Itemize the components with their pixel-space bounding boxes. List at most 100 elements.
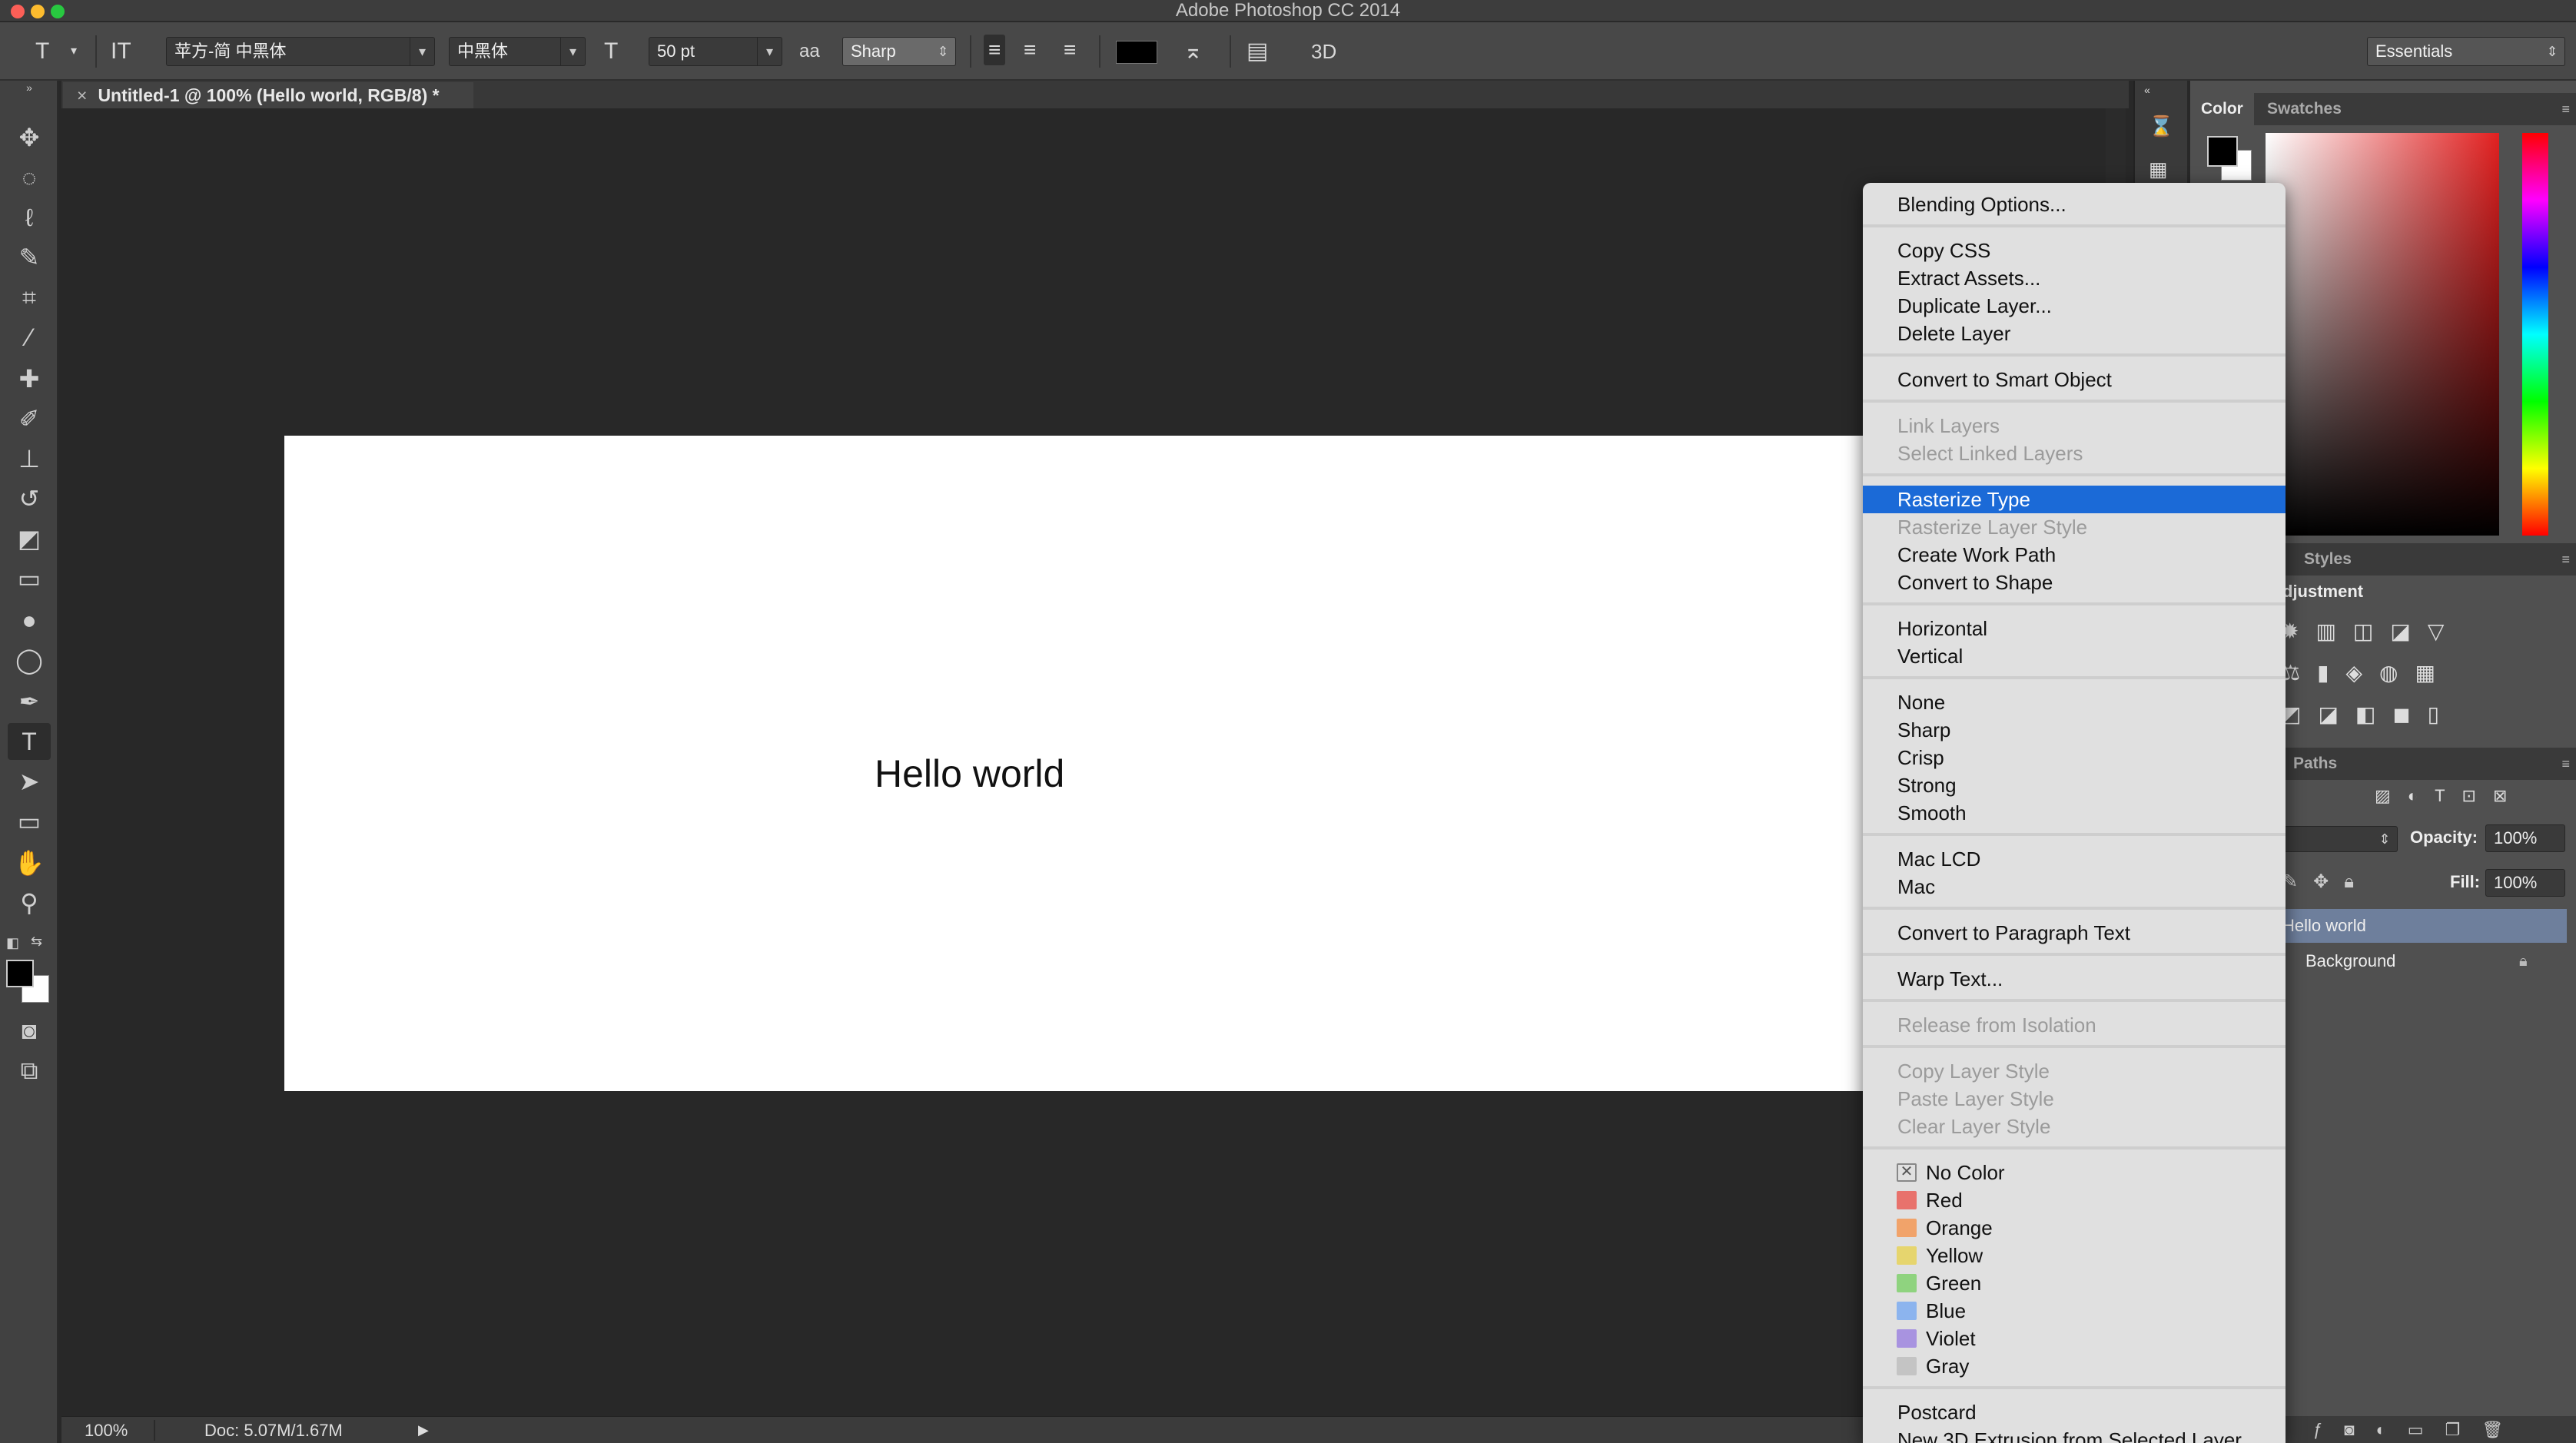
rectangle-tool-icon[interactable]: ▭ — [8, 803, 51, 840]
align-left-icon[interactable]: ≡ — [984, 35, 1006, 65]
tool-preset-dropdown-icon[interactable]: ▾ — [71, 36, 77, 67]
menu-item-gray[interactable]: Gray — [1863, 1352, 2286, 1380]
lock-icons[interactable]: ✎✥🔒︎ — [2282, 871, 2369, 893]
document-canvas[interactable] — [284, 436, 1867, 1091]
font-family-select[interactable]: 苹方-简 中黑体 ▾ — [166, 37, 435, 66]
font-size-select[interactable]: 50 pt ▾ — [649, 37, 782, 66]
menu-item-horizontal[interactable]: Horizontal — [1863, 615, 2286, 642]
adjustment-icons-row-2[interactable]: ⚖▮◈◍▦ — [2281, 660, 2452, 685]
chevron-updown-icon: ⇕ — [937, 44, 949, 59]
hue-slider[interactable] — [2522, 133, 2548, 536]
close-tab-icon[interactable]: × — [77, 85, 87, 105]
tab-swatches[interactable]: Swatches — [2256, 93, 2352, 125]
dodge-tool-icon[interactable]: ◯ — [8, 642, 51, 678]
swap-colors-icon[interactable]: ⇆ — [31, 934, 42, 950]
menu-item-copy-css[interactable]: Copy CSS — [1863, 237, 2286, 264]
menu-item-mac-lcd[interactable]: Mac LCD — [1863, 845, 2286, 873]
text-color-swatch[interactable] — [1116, 41, 1157, 64]
menu-item-blue[interactable]: Blue — [1863, 1297, 2286, 1325]
default-colors-icon[interactable]: ◧ — [6, 935, 19, 951]
move-tool-icon[interactable]: ✥ — [8, 119, 51, 156]
expand-dock-icon[interactable]: « — [2144, 84, 2150, 96]
opacity-input[interactable]: 100% — [2485, 824, 2565, 852]
color-field[interactable] — [2266, 133, 2499, 536]
antialias-select[interactable]: Sharp ⇕ — [842, 37, 956, 66]
type-tool-icon[interactable]: T — [8, 723, 51, 760]
fill-input[interactable]: 100% — [2485, 869, 2565, 897]
font-style-select[interactable]: 中黑体 ▾ — [449, 37, 586, 66]
quick-selection-tool-icon[interactable]: ✎ — [8, 239, 51, 276]
panel-menu-icon[interactable]: ≡ — [2561, 543, 2570, 576]
document-tab[interactable]: × Untitled-1 @ 100% (Hello world, RGB/8) … — [63, 82, 473, 108]
history-panel-icon[interactable]: ⌛ — [2149, 114, 2173, 138]
align-right-icon[interactable]: ≡ — [1064, 35, 1076, 65]
hand-tool-icon[interactable]: ✋ — [8, 844, 51, 881]
menu-item-none[interactable]: None — [1863, 688, 2286, 716]
menu-item-label: Mac LCD — [1897, 848, 1981, 871]
zoom-level[interactable]: 100% — [85, 1417, 128, 1443]
menu-item-mac[interactable]: Mac — [1863, 873, 2286, 901]
screen-mode-icon[interactable]: ⧉ — [8, 1052, 51, 1089]
layer-filter-icons[interactable]: ▨◐T⊡⊠ — [2282, 786, 2536, 812]
status-menu-arrow-icon[interactable]: ▶ — [418, 1417, 429, 1443]
menu-item-yellow[interactable]: Yellow — [1863, 1242, 2286, 1269]
history-brush-tool-icon[interactable]: ↺ — [8, 480, 51, 517]
blend-mode-select[interactable]: ⇕ — [2282, 826, 2398, 852]
tab-styles[interactable]: Styles — [2293, 543, 2362, 576]
adjustment-icons-row-1[interactable]: ✹▥◫◪▽ — [2281, 619, 2461, 644]
menu-item-delete-layer[interactable]: Delete Layer — [1863, 320, 2286, 347]
text-layer-content[interactable]: Hello world — [875, 751, 1064, 796]
marquee-tool-icon[interactable]: ◌ — [8, 159, 51, 196]
quick-mask-icon[interactable]: ◙ — [8, 1012, 51, 1049]
healing-brush-tool-icon[interactable]: ✚ — [8, 360, 51, 397]
menu-item-green[interactable]: Green — [1863, 1269, 2286, 1297]
clone-stamp-tool-icon[interactable]: ⊥ — [8, 440, 51, 477]
menu-item-convert-to-smart-object[interactable]: Convert to Smart Object — [1863, 366, 2286, 393]
toggle-text-orientation-icon[interactable]: IT — [111, 36, 131, 67]
tab-paths[interactable]: Paths — [2282, 748, 2348, 780]
eyedropper-tool-icon[interactable]: ⁄ — [8, 319, 51, 356]
properties-panel-icon[interactable]: ▦ — [2149, 158, 2168, 181]
character-panel-icon[interactable]: ▤ — [1247, 36, 1268, 67]
eraser-tool-icon[interactable]: ◩ — [8, 520, 51, 557]
menu-item-blending-options[interactable]: Blending Options... — [1863, 191, 2286, 218]
menu-item-smooth[interactable]: Smooth — [1863, 799, 2286, 827]
foreground-color-swatch[interactable] — [6, 960, 34, 987]
menu-item-warp-text[interactable]: Warp Text... — [1863, 965, 2286, 993]
type-tool-icon[interactable]: T — [35, 36, 49, 67]
3d-button[interactable]: 3D — [1311, 36, 1336, 67]
path-selection-tool-icon[interactable]: ➤ — [8, 763, 51, 800]
align-center-icon[interactable]: ≡ — [1024, 35, 1036, 65]
lasso-tool-icon[interactable]: ℓ — [8, 199, 51, 236]
menu-item-vertical[interactable]: Vertical — [1863, 642, 2286, 670]
workspace-select[interactable]: Essentials ⇕ — [2367, 37, 2565, 66]
menu-item-convert-to-paragraph-text[interactable]: Convert to Paragraph Text — [1863, 919, 2286, 947]
menu-item-red[interactable]: Red — [1863, 1186, 2286, 1214]
menu-item-strong[interactable]: Strong — [1863, 771, 2286, 799]
gradient-tool-icon[interactable]: ▭ — [8, 560, 51, 597]
menu-item-convert-to-shape[interactable]: Convert to Shape — [1863, 569, 2286, 596]
tab-color[interactable]: Color — [2190, 93, 2254, 125]
menu-item-crisp[interactable]: Crisp — [1863, 744, 2286, 771]
adjustment-icons-row-3[interactable]: ◩◪◧◼▯ — [2281, 702, 2456, 727]
panel-menu-icon[interactable]: ≡ — [2561, 748, 2570, 780]
crop-tool-icon[interactable]: ⌗ — [8, 279, 51, 316]
menu-item-new-3d-extrusion-from-selected-layer[interactable]: New 3D Extrusion from Selected Layer — [1863, 1426, 2286, 1443]
menu-item-no-color[interactable]: ✕ No Color — [1863, 1159, 2286, 1186]
blur-tool-icon[interactable]: ● — [8, 602, 51, 639]
pen-tool-icon[interactable]: ✒ — [8, 683, 51, 720]
zoom-tool-icon[interactable]: ⚲ — [8, 884, 51, 921]
panel-foreground-swatch[interactable] — [2207, 136, 2238, 167]
panel-menu-icon[interactable]: ≡ — [2561, 93, 2570, 125]
warp-text-icon[interactable]: ⌅ — [1183, 36, 1203, 67]
menu-item-rasterize-type[interactable]: Rasterize Type — [1863, 486, 2286, 513]
menu-item-orange[interactable]: Orange — [1863, 1214, 2286, 1242]
menu-item-extract-assets[interactable]: Extract Assets... — [1863, 264, 2286, 292]
brush-tool-icon[interactable]: ✐ — [8, 400, 51, 437]
collapse-panel-icon[interactable]: » — [8, 81, 51, 95]
menu-item-sharp[interactable]: Sharp — [1863, 716, 2286, 744]
menu-item-postcard[interactable]: Postcard — [1863, 1398, 2286, 1426]
menu-item-create-work-path[interactable]: Create Work Path — [1863, 541, 2286, 569]
menu-item-violet[interactable]: Violet — [1863, 1325, 2286, 1352]
menu-item-duplicate-layer[interactable]: Duplicate Layer... — [1863, 292, 2286, 320]
